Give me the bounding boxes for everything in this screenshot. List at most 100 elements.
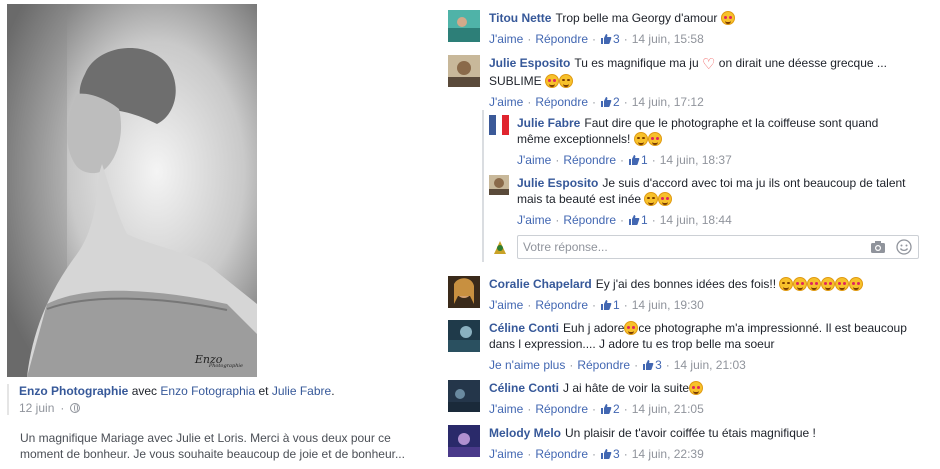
comment-text: on dirait une déesse grecque ... <box>718 56 887 70</box>
thumbs-up-icon <box>629 215 640 225</box>
comment-text: Euh j adore <box>563 321 625 335</box>
avatar[interactable] <box>448 276 480 308</box>
tag-link-julie-fabre[interactable]: Julie Fabre <box>272 384 331 398</box>
comment-author[interactable]: Julie Esposito <box>489 56 570 70</box>
comment-item: Melody Melo Un plaisir de t'avoir coiffée… <box>448 425 816 462</box>
like-link[interactable]: J'aime <box>489 401 523 417</box>
reply-link[interactable]: Répondre <box>535 446 588 462</box>
wink-emoji-icon <box>779 277 794 291</box>
comment-author[interactable]: Melody Melo <box>489 426 561 440</box>
reply-link[interactable]: Répondre <box>577 357 630 373</box>
post-photo[interactable]: Enzo Photographie <box>7 4 257 377</box>
comment-item: Julie Esposito Tu es magnifique ma ju ♡ o… <box>448 55 887 110</box>
comment-text: J ai hâte de voir la suite <box>563 381 690 395</box>
like-count[interactable]: 1 <box>628 212 648 228</box>
reply-link[interactable]: Répondre <box>535 297 588 313</box>
post-meta: Enzo Photographie avec Enzo Fotographia … <box>7 384 432 415</box>
comment-time[interactable]: 14 juin, 21:05 <box>632 401 704 417</box>
avatar[interactable] <box>448 380 480 412</box>
reply-link[interactable]: Répondre <box>535 31 588 47</box>
avatar[interactable] <box>448 10 480 42</box>
thumbs-up-icon <box>601 300 612 310</box>
comment-text: Trop belle ma Georgy d'amour <box>555 11 718 25</box>
reply-input[interactable]: Votre réponse... <box>517 235 919 259</box>
comment-time[interactable]: 14 juin, 17:12 <box>632 94 704 110</box>
thumbs-up-icon <box>601 449 612 459</box>
like-count[interactable]: 1 <box>628 152 648 168</box>
heart-eyes-emoji-icon <box>849 277 864 291</box>
post-date-line: 12 juin · <box>19 401 432 415</box>
comment-item: Titou Nette Trop belle ma Georgy d'amour … <box>448 10 735 47</box>
comment-author[interactable]: Julie Fabre <box>517 116 580 130</box>
globe-icon[interactable] <box>70 403 81 413</box>
like-link[interactable]: J'aime <box>489 94 523 110</box>
reply-link[interactable]: Répondre <box>535 94 588 110</box>
comment-author[interactable]: Céline Conti <box>489 381 559 395</box>
comment-author[interactable]: Coralie Chapelard <box>489 277 592 291</box>
heart-eyes-emoji-icon <box>624 321 639 335</box>
kiss-emoji-icon <box>647 132 662 146</box>
comment-text: Tu es magnifique ma ju <box>574 56 699 70</box>
like-count[interactable]: 3 <box>600 446 620 462</box>
camera-icon[interactable] <box>870 239 886 255</box>
heart-eyes-emoji-icon <box>793 277 808 291</box>
reply-link[interactable]: Répondre <box>563 212 616 228</box>
tag-link-enzo-fotographia[interactable]: Enzo Fotographia <box>160 384 255 398</box>
comment-author[interactable]: Julie Esposito <box>517 176 598 190</box>
thumbs-up-icon <box>601 34 612 44</box>
reply-item: Julie Esposito Je suis d'accord avec toi … <box>489 175 906 228</box>
avatar[interactable] <box>489 175 509 195</box>
like-link[interactable]: J'aime <box>517 152 551 168</box>
reply-link[interactable]: Répondre <box>563 152 616 168</box>
comment-time[interactable]: 14 juin, 22:39 <box>632 446 704 462</box>
comment-text: ce photographe m'a impressionné. Il est … <box>638 321 907 335</box>
like-count[interactable]: 3 <box>600 31 620 47</box>
post-date[interactable]: 12 juin <box>19 401 54 415</box>
kiss-emoji-icon <box>559 74 574 88</box>
like-count[interactable]: 2 <box>600 94 620 110</box>
comment-item: Céline Conti J ai hâte de voir la suite J… <box>448 380 704 417</box>
comment-author[interactable]: Titou Nette <box>489 11 551 25</box>
comment-time[interactable]: 14 juin, 19:30 <box>632 297 704 313</box>
reply-link[interactable]: Répondre <box>535 401 588 417</box>
post-text: Un magnifique Mariage avec Julie et Lori… <box>20 431 405 461</box>
replies-thread-line <box>482 110 484 262</box>
kiss-emoji-icon <box>658 192 673 206</box>
user-avatar <box>491 238 509 256</box>
like-count[interactable]: 3 <box>642 357 662 373</box>
avatar[interactable] <box>448 55 480 87</box>
comment-item: Céline Conti Euh j adore ce photographe m'… <box>448 320 907 373</box>
avatar[interactable] <box>448 425 480 457</box>
dot: · <box>60 401 65 415</box>
period: . <box>331 384 335 398</box>
unlike-link[interactable]: Je n'aime plus <box>489 357 565 373</box>
heart-eyes-emoji-icon <box>821 277 836 291</box>
comment-author[interactable]: Céline Conti <box>489 321 559 335</box>
like-link[interactable]: J'aime <box>489 446 523 462</box>
avatar[interactable] <box>489 115 509 135</box>
comment-time[interactable]: 14 juin, 18:37 <box>660 152 732 168</box>
comment-item: Coralie Chapelard Ey j'ai des bonnes idée… <box>448 276 864 313</box>
comment-time[interactable]: 14 juin, 21:03 <box>674 357 746 373</box>
thumbs-up-icon <box>643 360 654 370</box>
wink-emoji-icon <box>633 132 648 146</box>
heart-eyes-emoji-icon <box>545 74 560 88</box>
emoji-picker-icon[interactable] <box>896 239 912 255</box>
with-word: avec <box>131 384 158 398</box>
like-link[interactable]: J'aime <box>517 212 551 228</box>
comment-text: Je suis d'accord avec toi ma ju ils ont … <box>602 176 906 190</box>
like-link[interactable]: J'aime <box>489 297 523 313</box>
reply-item: Julie Fabre Faut dire que le photographe … <box>489 115 878 168</box>
comment-text: Ey j'ai des bonnes idées des fois!! <box>595 277 777 291</box>
and-word: et <box>258 384 269 398</box>
comment-time[interactable]: 14 juin, 18:44 <box>660 212 732 228</box>
like-link[interactable]: J'aime <box>489 31 523 47</box>
like-count[interactable]: 1 <box>600 297 620 313</box>
like-count[interactable]: 2 <box>600 401 620 417</box>
comment-text: dans l expression.... J adore tu es trop… <box>489 337 775 351</box>
smile-emoji-icon <box>689 381 704 395</box>
avatar[interactable] <box>448 320 480 352</box>
bride-portrait-image <box>7 4 257 377</box>
post-author-link[interactable]: Enzo Photographie <box>19 384 128 398</box>
comment-time[interactable]: 14 juin, 15:58 <box>632 31 704 47</box>
